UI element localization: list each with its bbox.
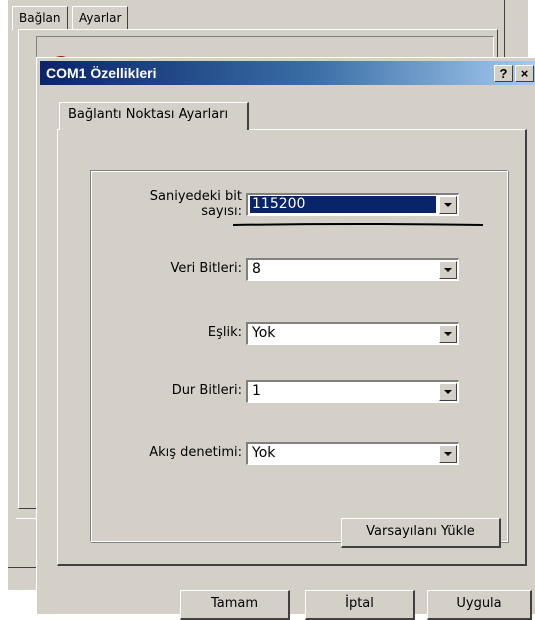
close-button[interactable]: × bbox=[515, 65, 534, 82]
data-bits-label: Veri Bitleri: bbox=[170, 261, 242, 276]
bits-per-second-label: Saniyedeki bit sayısı: bbox=[149, 189, 242, 219]
parity-select[interactable]: Yok bbox=[246, 322, 459, 345]
cancel-button[interactable]: İptal bbox=[305, 590, 415, 620]
stop-bits-label: Dur Bitleri: bbox=[171, 383, 242, 398]
tab-settings[interactable]: Ayarlar bbox=[72, 6, 129, 30]
apply-button[interactable]: Uygula bbox=[427, 590, 532, 620]
restore-defaults-button[interactable]: Varsayılanı Yükle bbox=[341, 518, 501, 548]
dialog-title: COM1 Özellikleri bbox=[46, 65, 157, 81]
bits-per-second-value: 115200 bbox=[250, 196, 436, 213]
flow-control-select[interactable]: Yok bbox=[246, 442, 459, 465]
title-bar: COM1 Özellikleri ? × bbox=[40, 61, 535, 85]
chevron-down-icon[interactable] bbox=[439, 383, 457, 401]
tab-connect[interactable]: Bağlan bbox=[12, 6, 68, 30]
parity-label: Eşlik: bbox=[207, 325, 242, 340]
com-properties-dialog: COM1 Özellikleri ? × Bağlantı Noktası Ay… bbox=[36, 57, 535, 620]
data-bits-value: 8 bbox=[252, 261, 261, 277]
chevron-down-icon[interactable] bbox=[439, 261, 457, 279]
chevron-down-icon[interactable] bbox=[439, 325, 457, 343]
parity-value: Yok bbox=[252, 325, 276, 341]
chevron-down-icon[interactable] bbox=[439, 445, 457, 463]
stop-bits-value: 1 bbox=[252, 383, 261, 399]
stop-bits-select[interactable]: 1 bbox=[246, 380, 459, 403]
flow-control-value: Yok bbox=[252, 445, 276, 461]
handwritten-underline bbox=[233, 223, 483, 226]
flow-control-label: Akış denetimi: bbox=[149, 445, 242, 460]
tab-port-settings[interactable]: Bağlantı Noktası Ayarları bbox=[59, 102, 249, 130]
chevron-down-icon[interactable] bbox=[439, 196, 457, 214]
help-button[interactable]: ? bbox=[494, 65, 513, 82]
bits-per-second-select[interactable]: 115200 bbox=[246, 193, 459, 216]
data-bits-select[interactable]: 8 bbox=[246, 258, 459, 281]
ok-button[interactable]: Tamam bbox=[180, 590, 290, 620]
